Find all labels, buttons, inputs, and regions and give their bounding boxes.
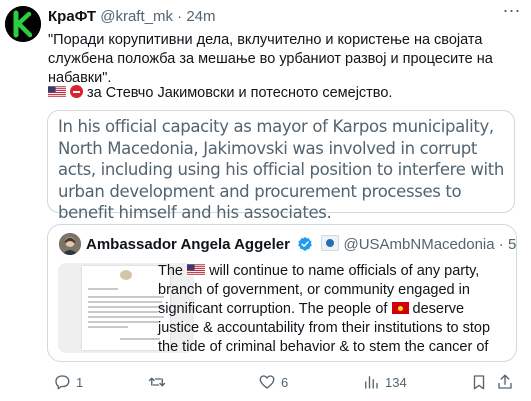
tweet[interactable]: КраФТ @kraft_mk · 24m ⋯ "Поради корупити… xyxy=(0,0,531,401)
document-page xyxy=(82,266,170,350)
reply-icon xyxy=(55,375,70,390)
no-entry-icon xyxy=(70,85,83,98)
quoted-tweet-header: Ambassador Angela Aggeler @USAmbNMacedon… xyxy=(86,235,516,253)
share-button[interactable] xyxy=(496,372,514,392)
context-note: In his official capacity as mayor of Kar… xyxy=(47,110,515,222)
tweet-flags-line: за Стевчо Јакимовски и потесното семејст… xyxy=(48,84,518,103)
tweet-actions: 1 6 134 xyxy=(40,372,520,394)
quoted-author-name[interactable]: Ambassador Angela Aggeler xyxy=(86,236,290,253)
government-badge-icon xyxy=(321,235,340,251)
north-macedonia-flag-icon xyxy=(391,302,409,314)
author-name[interactable]: КраФТ xyxy=(48,8,96,25)
quoted-text-part-1: The xyxy=(158,263,183,279)
like-button[interactable]: 6 xyxy=(258,372,288,392)
repost-button[interactable] xyxy=(148,372,171,392)
verified-badge-icon xyxy=(298,237,312,251)
flags-line-text: за Стевчо Јакимовски и потесното семејст… xyxy=(87,85,393,101)
us-flag-icon xyxy=(48,86,66,98)
author-handle[interactable]: @kraft_mk xyxy=(100,8,173,25)
repost-icon xyxy=(148,377,166,387)
quoted-time[interactable]: 57m xyxy=(508,236,516,253)
person-avatar-icon xyxy=(59,233,81,255)
views-button[interactable]: 134 xyxy=(362,372,407,392)
views-count: 134 xyxy=(385,374,407,390)
header-separator: · xyxy=(177,8,183,25)
bookmark-button[interactable] xyxy=(470,372,488,392)
us-flag-icon xyxy=(187,264,206,276)
note-text: In his official capacity as mayor of Kar… xyxy=(58,117,505,222)
quoted-separator: · xyxy=(498,236,504,253)
tweet-header: КраФТ @kraft_mk · 24m xyxy=(48,8,216,25)
tweet-text: "Поради корупитивни дела, вклучително и … xyxy=(48,32,493,86)
share-icon xyxy=(498,374,512,389)
quoted-tweet-text: The will continue to name officials of a… xyxy=(158,262,498,361)
quoted-author-handle[interactable]: @USAmbNMacedonia xyxy=(343,236,494,253)
embassy-seal-icon xyxy=(120,270,132,280)
reply-button[interactable]: 1 xyxy=(53,372,83,392)
views-chart-icon xyxy=(365,376,378,389)
like-count: 6 xyxy=(281,374,289,390)
kraft-logo-icon xyxy=(5,6,41,42)
author-avatar[interactable] xyxy=(5,6,41,42)
heart-icon xyxy=(259,375,275,389)
quoted-author-avatar[interactable] xyxy=(59,233,81,255)
quoted-tweet[interactable]: Ambassador Angela Aggeler @USAmbNMacedon… xyxy=(47,224,517,362)
reply-count: 1 xyxy=(76,374,84,390)
bookmark-icon xyxy=(473,375,485,390)
tweet-time[interactable]: 24m xyxy=(186,8,215,25)
more-options-icon[interactable]: ⋯ xyxy=(500,2,524,24)
